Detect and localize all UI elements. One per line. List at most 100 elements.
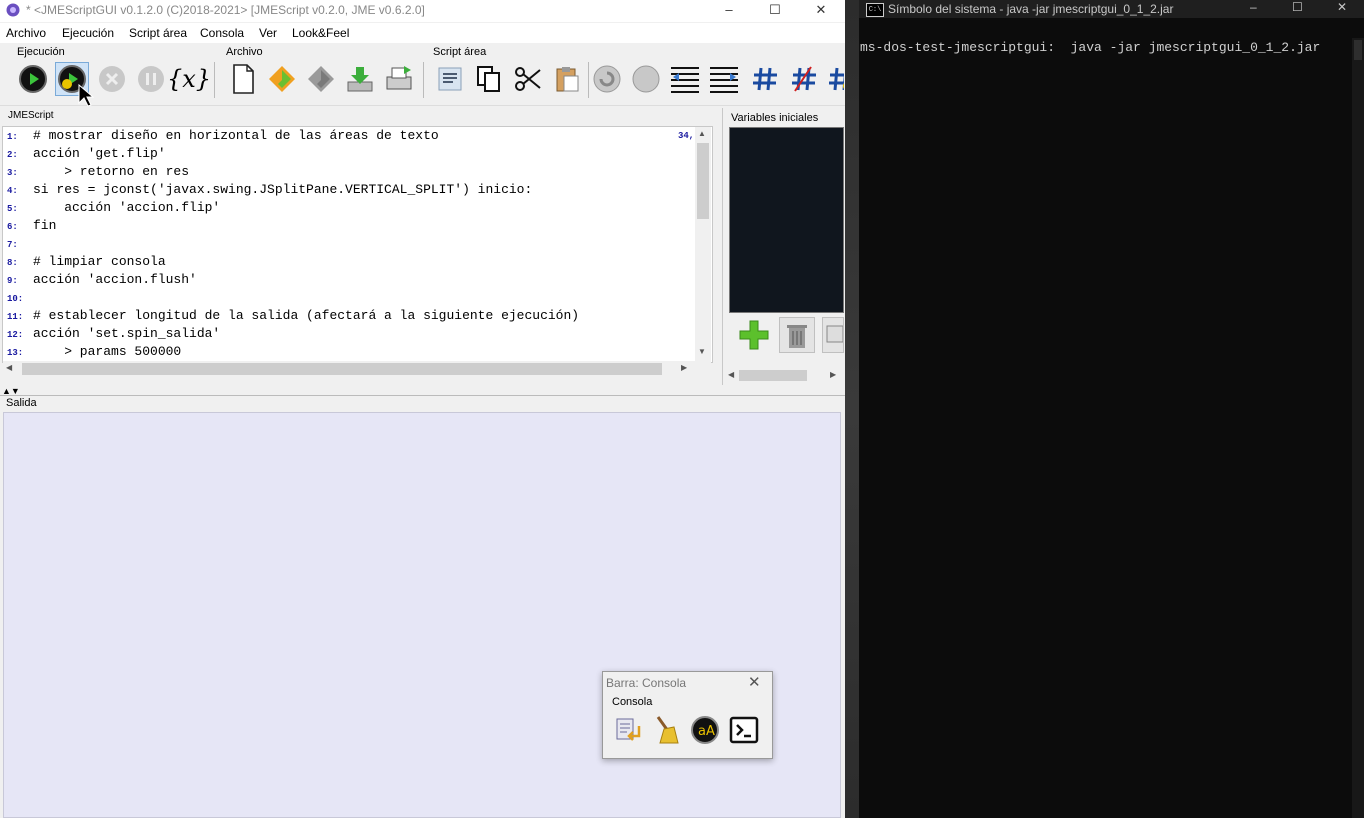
scroll-right-icon[interactable]: ▶ (830, 370, 836, 379)
scroll-up-icon[interactable]: ▲ (698, 129, 706, 138)
console-command-line: ms-dos-test-jmescriptgui: java -jar jmes… (860, 40, 1321, 55)
console-minimize-button[interactable]: – (1250, 0, 1257, 14)
cut-button[interactable] (511, 62, 545, 96)
close-button[interactable]: ✕ (798, 0, 844, 22)
menu-look-and-feel[interactable]: Look&Feel (292, 26, 349, 40)
download-button[interactable] (343, 62, 377, 96)
menu-archivo[interactable]: Archivo (6, 26, 46, 40)
broom-icon (656, 716, 679, 744)
menu-consola[interactable]: Consola (200, 26, 244, 40)
menu-ver[interactable]: Ver (259, 26, 277, 40)
list-icon (438, 67, 462, 91)
add-variable-icon (739, 320, 769, 350)
pause-button[interactable] (134, 62, 168, 96)
console-terminal-button[interactable] (727, 713, 761, 747)
maximize-button[interactable]: ☐ (752, 0, 798, 22)
add-variable-button[interactable] (736, 317, 772, 353)
hash-gear-icon (829, 67, 844, 91)
save-button[interactable] (304, 62, 338, 96)
variables-label: Variables iniciales (731, 112, 819, 124)
code-text: fin (33, 218, 57, 233)
stop-button[interactable] (95, 62, 129, 96)
open-button[interactable] (265, 62, 299, 96)
trash-icon (787, 325, 807, 348)
indent-right-button[interactable] (707, 62, 741, 96)
run-icon (19, 65, 47, 93)
editor-horizontal-scroll-thumb[interactable] (22, 363, 662, 375)
paste-button[interactable] (550, 62, 584, 96)
floating-bar-close-button[interactable]: ✕ (748, 673, 761, 691)
line-number: 4: (7, 186, 18, 196)
window-title: * <JMEScriptGUI v0.1.2.0 (C)2018-2021> [… (26, 3, 425, 17)
download-icon (347, 67, 373, 92)
code-text: acción 'accion.flush' (33, 272, 197, 287)
line-number: 9: (7, 276, 18, 286)
uncomment-button[interactable] (787, 62, 821, 96)
floating-bar-title: Barra: Consola (606, 676, 687, 690)
paste-icon (556, 67, 579, 92)
code-text: acción 'get.flip' (33, 146, 166, 161)
stop-icon (99, 66, 125, 92)
run-button[interactable] (16, 62, 50, 96)
console-font-button[interactable]: aA (688, 713, 722, 747)
output-label: Salida (6, 397, 37, 409)
minimize-button[interactable]: – (706, 0, 752, 22)
line-number: 3: (7, 168, 18, 178)
variables-button[interactable]: {x} (167, 62, 211, 96)
console-close-button[interactable]: ✕ (1337, 0, 1347, 14)
line-number: 8: (7, 258, 18, 268)
scroll-down-icon[interactable]: ▼ (698, 347, 706, 356)
redo-button[interactable] (629, 62, 663, 96)
print-icon (386, 66, 412, 90)
console-window[interactable] (859, 0, 1364, 818)
console-clear-button[interactable] (649, 713, 683, 747)
scroll-right-icon[interactable]: ▶ (681, 363, 687, 372)
list-button[interactable] (433, 62, 467, 96)
split-divider[interactable] (0, 395, 845, 396)
copy-button[interactable] (472, 62, 506, 96)
delete-variable-button[interactable] (779, 317, 815, 353)
group-label-script-area: Script área (433, 46, 487, 58)
redo-icon (632, 65, 660, 93)
mouse-cursor-icon (78, 84, 94, 107)
background-desktop-strip (845, 0, 860, 818)
variables-list[interactable] (729, 127, 844, 313)
editor-vertical-scroll-thumb[interactable] (697, 143, 709, 219)
line-number: 6: (7, 222, 18, 232)
scroll-left-icon[interactable]: ◀ (6, 363, 12, 372)
line-number: 11: (7, 312, 24, 322)
code-line: 12: acción 'set.spin_salida' (3, 326, 220, 344)
group-label-archivo: Archivo (226, 46, 263, 58)
code-line: 11: # establecer longitud de la salida (a… (3, 308, 579, 326)
new-file-button[interactable] (226, 62, 260, 96)
variables-scroll-thumb[interactable] (739, 370, 807, 381)
cursor-position: 34, (678, 131, 695, 141)
indent-left-button[interactable] (668, 62, 702, 96)
menu-ejecucion[interactable]: Ejecución (62, 26, 114, 40)
line-number: 5: (7, 204, 18, 214)
floating-bar-group-label: Consola (612, 696, 653, 708)
open-icon (269, 66, 295, 92)
pause-icon (138, 66, 164, 92)
code-line: 7: (3, 236, 33, 254)
script-editor[interactable]: 1: # mostrar diseño en horizontal de las … (2, 126, 713, 363)
code-text: si res = jconst('javax.swing.JSplitPane.… (33, 182, 533, 197)
print-button[interactable] (382, 62, 416, 96)
edit-variable-button[interactable] (822, 317, 844, 353)
more-button[interactable] (826, 62, 844, 96)
code-text: acción 'set.spin_salida' (33, 326, 221, 341)
console-scroll-thumb[interactable] (1354, 40, 1362, 60)
console-scrollbar[interactable] (1352, 38, 1364, 818)
line-number: 7: (7, 240, 18, 250)
save-icon (308, 66, 334, 92)
undo-button[interactable] (590, 62, 624, 96)
console-maximize-button[interactable]: ☐ (1292, 0, 1303, 14)
toolbar-separator (588, 62, 589, 98)
menu-script-area[interactable]: Script área (129, 26, 187, 40)
title-bar[interactable]: * <JMEScriptGUI v0.1.2.0 (C)2018-2021> [… (0, 0, 845, 22)
comment-button[interactable] (748, 62, 782, 96)
console-insert-button[interactable] (610, 713, 644, 747)
code-line: 4: si res = jconst('javax.swing.JSplitPan… (3, 182, 532, 200)
scroll-left-icon[interactable]: ◀ (728, 370, 734, 379)
hash-icon (753, 67, 777, 91)
